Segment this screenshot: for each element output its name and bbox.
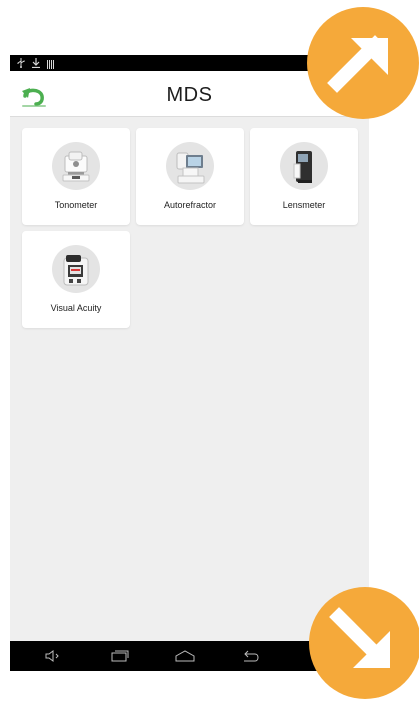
tonometer-device-icon [52, 142, 100, 190]
signal-bars-icon [47, 60, 55, 69]
volume-down-icon[interactable] [43, 648, 65, 664]
device-tile-visual-acuity[interactable]: Visual Acuity [22, 231, 130, 328]
visual-acuity-device-icon [52, 245, 100, 293]
lensmeter-device-icon [280, 142, 328, 190]
autorefractor-device-icon [166, 142, 214, 190]
arrow-down-right-icon [329, 607, 390, 668]
arrow-up-right-icon [327, 35, 388, 93]
tablet-screen: MDS Tonometer Autorefractor Lensmeter Vi… [10, 55, 369, 671]
expand-top-badge[interactable] [307, 7, 419, 119]
recent-apps-icon[interactable] [109, 648, 131, 664]
device-tile-tonometer[interactable]: Tonometer [22, 128, 130, 225]
device-label: Visual Acuity [50, 303, 102, 313]
device-label: Tonometer [54, 200, 98, 210]
device-label: Autorefractor [163, 200, 217, 210]
device-tile-lensmeter[interactable]: Lensmeter [250, 128, 358, 225]
download-icon [32, 58, 40, 71]
expand-bottom-badge[interactable] [309, 587, 419, 699]
device-grid: Tonometer Autorefractor Lensmeter Visual… [10, 117, 369, 641]
home-icon[interactable] [174, 648, 196, 664]
device-tile-autorefractor[interactable]: Autorefractor [136, 128, 244, 225]
usb-icon [17, 58, 25, 71]
device-label: Lensmeter [282, 200, 326, 210]
back-nav-icon[interactable] [240, 648, 262, 664]
